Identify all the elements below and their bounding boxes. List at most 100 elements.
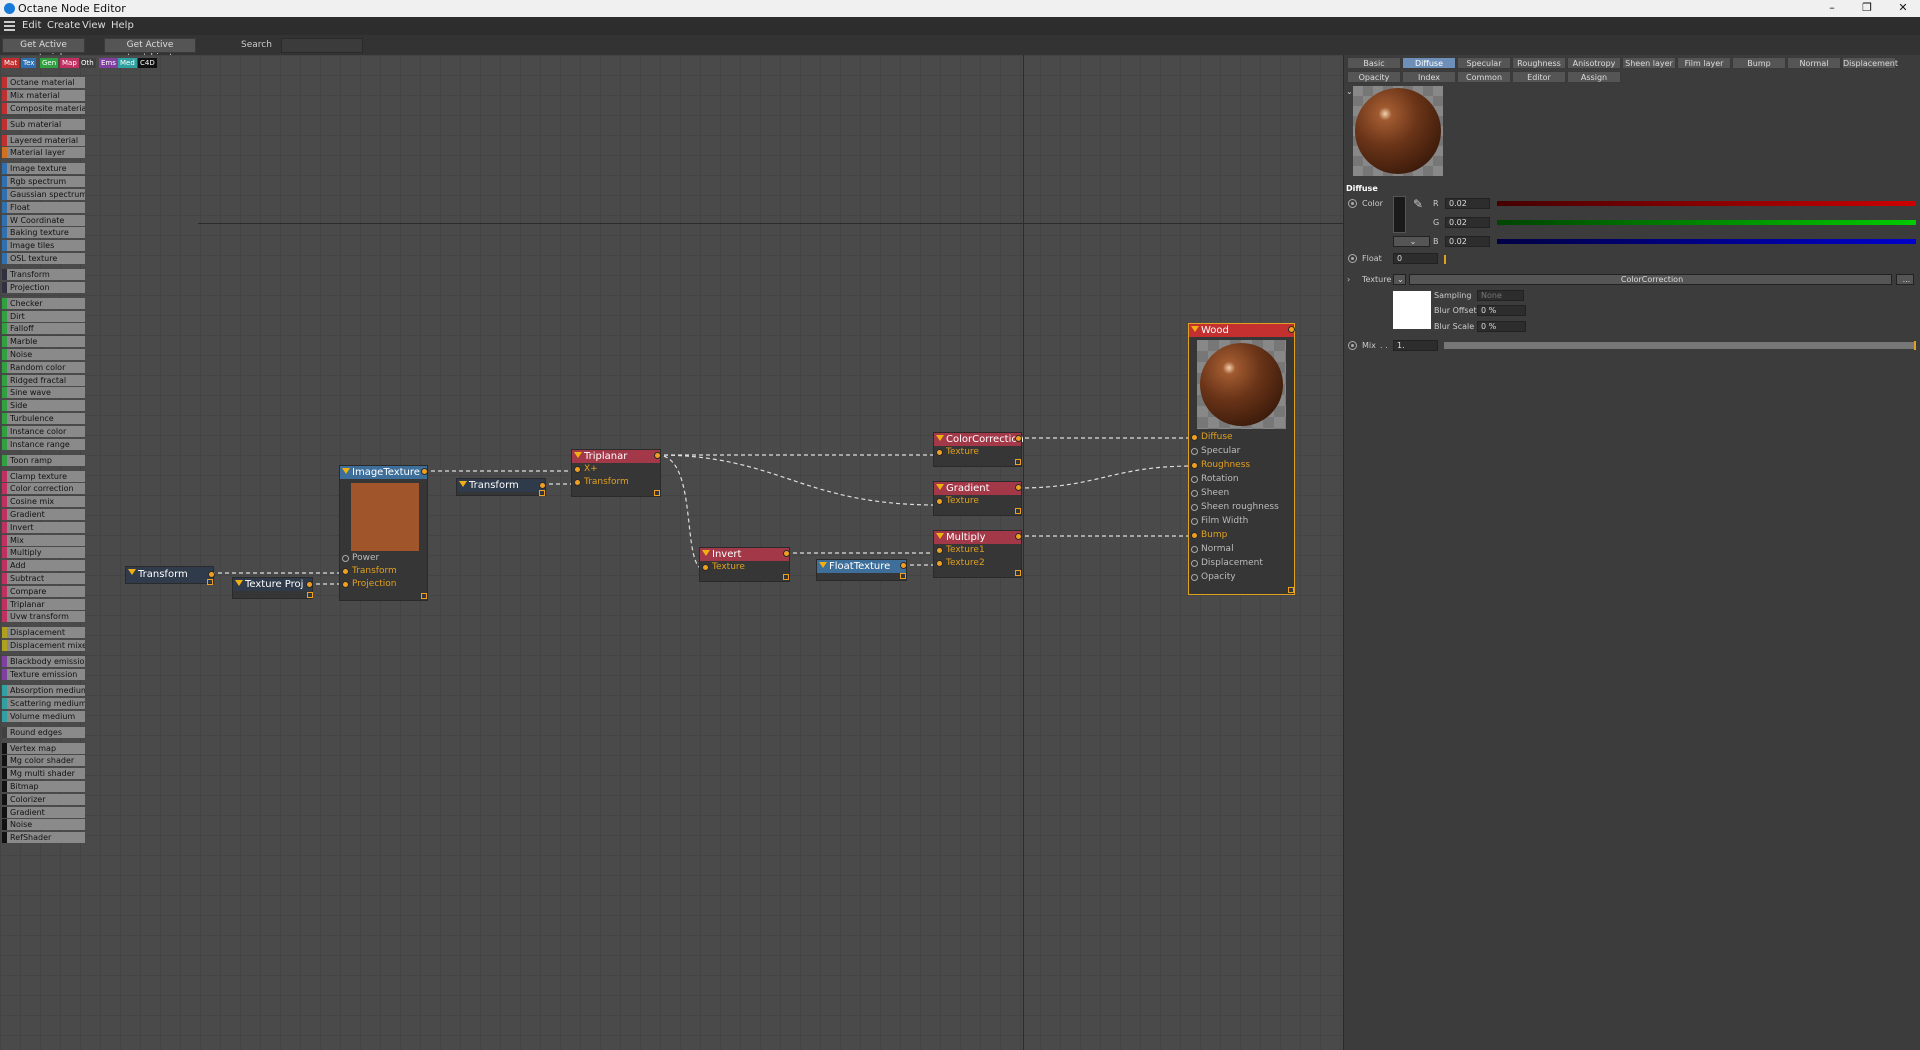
tab-bump[interactable]: Bump [1732,57,1786,69]
minimize-button[interactable]: – [1817,0,1847,17]
node-texture-proj[interactable]: Texture Proj [232,577,313,599]
input-port[interactable] [702,564,709,571]
r-field[interactable]: 0.02 [1445,198,1490,209]
input-port[interactable] [1191,490,1198,497]
input-port[interactable] [1191,504,1198,511]
b-field[interactable]: 0.02 [1445,236,1490,247]
input-port[interactable] [1191,546,1198,553]
texture-dropdown-icon[interactable]: ⌄ [1393,274,1406,285]
float-slider[interactable] [1444,255,1446,264]
output-port[interactable] [1015,435,1022,442]
tab-film-layer[interactable]: Film layer [1677,57,1731,69]
resize-grip-icon[interactable] [783,574,789,580]
output-port[interactable] [421,468,428,475]
output-port[interactable] [783,550,790,557]
node-gradient[interactable]: Gradient Texture [933,481,1022,516]
input-port[interactable] [1191,476,1198,483]
collapse-icon[interactable] [702,550,710,556]
input-port[interactable] [936,449,943,456]
resize-grip-icon[interactable] [539,490,545,496]
input-port[interactable] [1191,448,1198,455]
sampling-dropdown[interactable]: None [1477,290,1524,301]
node-transform-mid[interactable]: Transform [456,478,546,496]
tab-assign[interactable]: Assign [1567,71,1621,83]
node-wood-material[interactable]: Wood Diffuse Specular Roughness Rotation She… [1188,323,1295,595]
output-port[interactable] [306,581,313,588]
tab-basic[interactable]: Basic [1347,57,1401,69]
tab-normal[interactable]: Normal [1787,57,1841,69]
r-slider[interactable] [1497,201,1916,206]
output-port[interactable] [1288,326,1295,333]
color-radio[interactable] [1348,199,1357,208]
output-port[interactable] [900,562,907,569]
float-field[interactable]: 0 [1393,253,1438,264]
wood-input-roughness[interactable]: Roughness [1189,459,1294,473]
input-texture[interactable]: Texture [934,446,1021,459]
input-port[interactable] [574,466,581,473]
collapse-icon[interactable] [235,580,243,586]
collapse-icon[interactable] [1191,326,1199,332]
resize-grip-icon[interactable] [207,579,213,585]
input-port[interactable] [574,479,581,486]
restore-button[interactable]: ❐ [1852,0,1882,17]
wood-input-bump[interactable]: Bump [1189,529,1294,543]
texture-more-button[interactable]: ... [1896,274,1914,285]
wood-input-film-width[interactable]: Film Width [1189,515,1294,529]
node-multiply[interactable]: Multiply Texture1 Texture2 [933,530,1022,578]
color-mode-dropdown[interactable]: ⌄ [1393,236,1430,247]
input-transform[interactable]: Transform [572,476,660,489]
node-triplanar[interactable]: Triplanar X+ Transform [571,449,661,497]
collapse-chevron-icon[interactable]: ⌄ [1346,87,1353,97]
collapse-icon[interactable] [342,468,350,474]
tab-displacement[interactable]: Displacement [1842,57,1898,69]
resize-grip-icon[interactable] [421,593,427,599]
node-invert[interactable]: Invert Texture [699,547,790,582]
tab-index[interactable]: Index [1402,71,1456,83]
input-texture2[interactable]: Texture2 [934,557,1021,570]
input-port[interactable] [936,547,943,554]
collapse-icon[interactable] [819,562,827,568]
mix-field[interactable]: 1. [1393,340,1438,351]
output-port[interactable] [1015,484,1022,491]
output-port[interactable] [539,482,546,489]
tab-editor[interactable]: Editor [1512,71,1566,83]
input-port[interactable] [342,555,349,562]
resize-grip-icon[interactable] [654,490,660,496]
wood-input-sheen[interactable]: Sheen [1189,487,1294,501]
input-port[interactable] [1191,574,1198,581]
float-radio[interactable] [1348,254,1357,263]
wood-input-rotation[interactable]: Rotation [1189,473,1294,487]
wood-input-displacement[interactable]: Displacement [1189,557,1294,571]
collapse-icon[interactable] [936,435,944,441]
input-port[interactable] [936,498,943,505]
texture-field[interactable]: ColorCorrection [1409,274,1892,285]
input-x-plus[interactable]: X+ [572,463,660,476]
tab-diffuse[interactable]: Diffuse [1402,57,1456,69]
input-transform[interactable]: Transform [340,565,427,578]
mix-radio[interactable] [1348,341,1357,350]
input-texture[interactable]: Texture [700,561,789,574]
tab-anisotropy[interactable]: Anisotropy [1567,57,1621,69]
resize-grip-icon[interactable] [1288,587,1294,593]
expand-chevron-icon[interactable]: › [1347,275,1350,285]
collapse-icon[interactable] [574,452,582,458]
collapse-icon[interactable] [459,481,467,487]
node-float-texture[interactable]: FloatTexture [816,559,907,581]
node-transform-left[interactable]: Transform [125,566,215,585]
input-port[interactable] [1191,532,1198,539]
eyedropper-icon[interactable]: ✎ [1413,197,1423,211]
input-power[interactable]: Power [340,552,427,565]
close-button[interactable]: ✕ [1888,0,1918,17]
wood-input-normal[interactable]: Normal [1189,543,1294,557]
tab-roughness[interactable]: Roughness [1512,57,1566,69]
b-slider[interactable] [1497,239,1916,244]
input-port[interactable] [1191,434,1198,441]
input-projection[interactable]: Projection [340,578,427,591]
blur-offset-field[interactable]: 0 % [1477,305,1526,316]
input-port[interactable] [1191,462,1198,469]
tab-common[interactable]: Common [1457,71,1511,83]
tab-specular[interactable]: Specular [1457,57,1511,69]
mix-slider[interactable] [1444,342,1916,349]
node-color-correction[interactable]: ColorCorrection Texture [933,432,1024,467]
tab-sheen-layer[interactable]: Sheen layer [1622,57,1676,69]
